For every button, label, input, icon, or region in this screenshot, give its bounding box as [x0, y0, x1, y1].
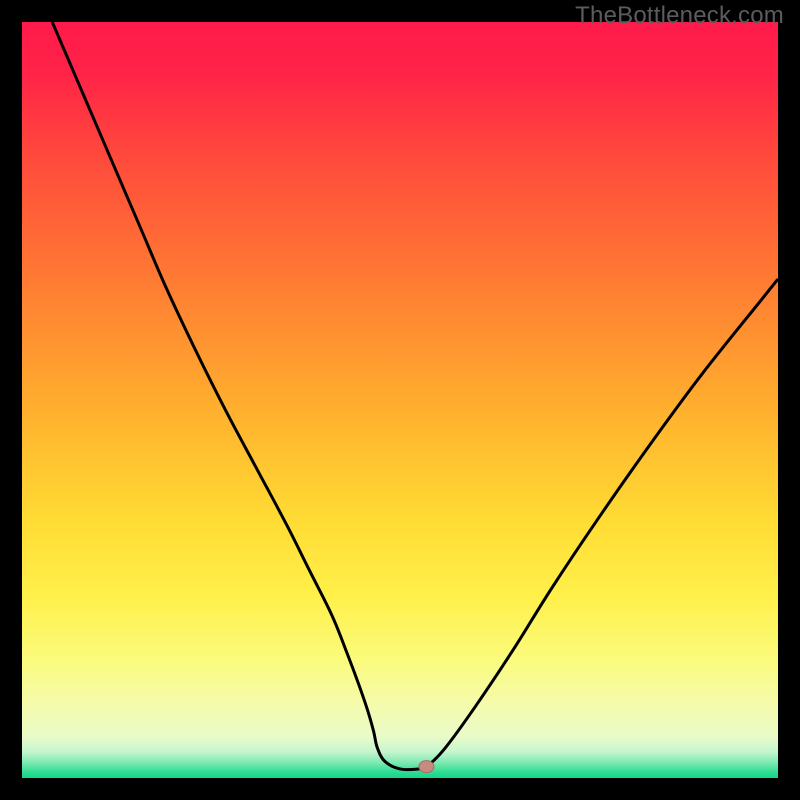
watermark-text: TheBottleneck.com [575, 2, 784, 30]
gradient-background [22, 22, 778, 778]
marker-dot [419, 761, 434, 773]
plot-area [22, 22, 778, 778]
chart-svg [22, 22, 778, 778]
chart-frame: TheBottleneck.com [0, 0, 800, 800]
